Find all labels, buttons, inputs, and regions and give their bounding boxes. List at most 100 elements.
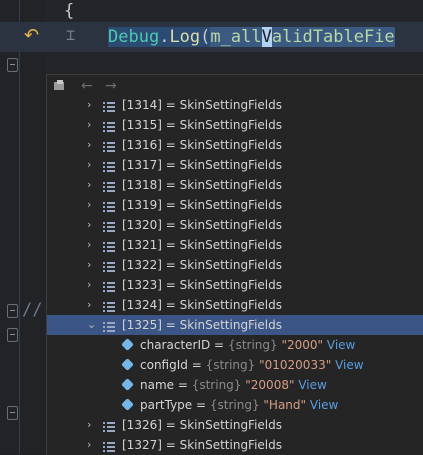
- property-value: "2000": [281, 338, 324, 352]
- code-method: Log: [169, 27, 201, 47]
- undo-icon[interactable]: ↶: [24, 25, 39, 46]
- chevron-right-icon[interactable]: ›: [87, 175, 97, 195]
- tree-row[interactable]: › [1318] = SkinSettingFields: [47, 175, 423, 195]
- tree-row-label: [1319] = SkinSettingFields: [122, 198, 283, 212]
- property-text: configId = {string} "01020033" View: [140, 355, 364, 375]
- chevron-right-icon[interactable]: ›: [87, 295, 97, 315]
- property-icon: [121, 338, 134, 351]
- forward-arrow-icon[interactable]: →: [105, 78, 117, 94]
- list-icon: [103, 139, 115, 152]
- chevron-right-icon[interactable]: ›: [87, 275, 97, 295]
- tree-row-label: [1320] = SkinSettingFields: [122, 218, 283, 232]
- tree-row-label: [1321] = SkinSettingFields: [122, 238, 283, 252]
- list-icon: [103, 119, 115, 132]
- property-type: {string}: [205, 358, 256, 372]
- debug-datatip-popup[interactable]: ← → › [1314] = SkinSettingFields › [1315] =…: [46, 74, 423, 455]
- list-icon: [103, 419, 115, 432]
- tree-row-label: [1314] = SkinSettingFields: [122, 98, 283, 112]
- tree-row-label: [1327] = SkinSettingFields: [122, 438, 283, 452]
- tree-row-label: [1324] = SkinSettingFields: [122, 298, 283, 312]
- chevron-right-icon[interactable]: ›: [87, 95, 97, 115]
- property-type: {string}: [209, 398, 260, 412]
- chevron-right-icon[interactable]: ›: [87, 115, 97, 135]
- code-text[interactable]: Debug.Log(m_allValidTableFie: [108, 27, 395, 47]
- property-value: "20008": [245, 378, 295, 392]
- code-argument-suffix[interactable]: alidTableFie: [271, 27, 395, 47]
- code-argument-caret-char[interactable]: V: [261, 27, 272, 47]
- tree-row-label: [1316] = SkinSettingFields: [122, 138, 283, 152]
- tree-row-label: [1323] = SkinSettingFields: [122, 278, 283, 292]
- fold-marker[interactable]: [7, 328, 18, 342]
- code-comment: //: [22, 300, 43, 320]
- fold-marker[interactable]: [7, 406, 18, 420]
- code-argument-prefix[interactable]: m_all: [210, 27, 262, 47]
- property-value: "Hand": [263, 398, 307, 412]
- property-text: name = {string} "20008" View: [140, 375, 327, 395]
- tree-row-label: [1325] = SkinSettingFields: [122, 318, 283, 332]
- list-icon: [103, 219, 115, 232]
- property-row[interactable]: characterID = {string} "2000" View: [47, 335, 423, 355]
- list-icon: [103, 299, 115, 312]
- view-link[interactable]: View: [298, 378, 326, 392]
- property-type: {string}: [227, 338, 278, 352]
- chevron-right-icon[interactable]: ›: [87, 435, 97, 455]
- chevron-right-icon[interactable]: ›: [87, 235, 97, 255]
- chevron-right-icon[interactable]: ›: [87, 215, 97, 235]
- text-cursor-icon: ⌶: [66, 26, 76, 44]
- tree-row[interactable]: › [1317] = SkinSettingFields: [47, 155, 423, 175]
- property-icon: [121, 378, 134, 391]
- code-open-paren: (: [200, 27, 211, 47]
- back-arrow-icon[interactable]: ←: [81, 78, 93, 94]
- tree-row[interactable]: › [1327] = SkinSettingFields: [47, 435, 423, 455]
- view-link[interactable]: View: [310, 398, 338, 412]
- property-name: configId =: [140, 358, 206, 372]
- tree-row-label: [1322] = SkinSettingFields: [122, 258, 283, 272]
- tree-row-label: [1315] = SkinSettingFields: [122, 118, 283, 132]
- property-icon: [121, 398, 134, 411]
- fold-marker[interactable]: [7, 58, 18, 72]
- current-code-line[interactable]: ↶ ⌶ Debug.Log(m_allValidTableFie: [0, 22, 423, 52]
- code-brace: {: [64, 1, 75, 21]
- tree-row[interactable]: › [1314] = SkinSettingFields: [47, 95, 423, 115]
- chevron-right-icon[interactable]: ›: [87, 415, 97, 435]
- view-link[interactable]: View: [335, 358, 363, 372]
- chevron-down-icon[interactable]: ⌄: [87, 315, 97, 335]
- chevron-right-icon[interactable]: ›: [87, 155, 97, 175]
- chevron-right-icon[interactable]: ›: [87, 135, 97, 155]
- list-icon: [103, 239, 115, 252]
- property-text: characterID = {string} "2000" View: [140, 335, 355, 355]
- tree-row[interactable]: › [1319] = SkinSettingFields: [47, 195, 423, 215]
- tree-row-label: [1326] = SkinSettingFields: [122, 418, 283, 432]
- tree-row[interactable]: › [1326] = SkinSettingFields: [47, 415, 423, 435]
- tree-row[interactable]: › [1324] = SkinSettingFields: [47, 295, 423, 315]
- property-name: partType =: [140, 398, 210, 412]
- list-icon: [103, 199, 115, 212]
- property-icon: [121, 358, 134, 371]
- tree-row[interactable]: › [1320] = SkinSettingFields: [47, 215, 423, 235]
- list-icon: [103, 319, 115, 332]
- property-text: partType = {string} "Hand" View: [140, 395, 338, 415]
- tree-row-expanded[interactable]: ⌄ [1325] = SkinSettingFields: [47, 315, 423, 335]
- property-value: "01020033": [259, 358, 332, 372]
- property-row[interactable]: name = {string} "20008" View: [47, 375, 423, 395]
- tree-row[interactable]: › [1323] = SkinSettingFields: [47, 275, 423, 295]
- gutter-indent-guide: [19, 0, 20, 454]
- code-dot: .: [159, 27, 170, 47]
- fold-marker[interactable]: [7, 304, 18, 318]
- view-link[interactable]: View: [327, 338, 355, 352]
- code-class-name: Debug: [108, 27, 160, 47]
- tree-row-label: [1317] = SkinSettingFields: [122, 158, 283, 172]
- property-row[interactable]: partType = {string} "Hand" View: [47, 395, 423, 415]
- list-icon: [103, 259, 115, 272]
- chevron-right-icon[interactable]: ›: [87, 195, 97, 215]
- editor-gutter: [0, 0, 46, 454]
- property-row[interactable]: configId = {string} "01020033" View: [47, 355, 423, 375]
- list-icon: [103, 159, 115, 172]
- tree-row[interactable]: › [1316] = SkinSettingFields: [47, 135, 423, 155]
- chevron-right-icon[interactable]: ›: [87, 255, 97, 275]
- tree-row[interactable]: › [1321] = SkinSettingFields: [47, 235, 423, 255]
- list-icon: [103, 439, 115, 452]
- tree-row[interactable]: › [1322] = SkinSettingFields: [47, 255, 423, 275]
- list-icon: [103, 279, 115, 292]
- tree-row[interactable]: › [1315] = SkinSettingFields: [47, 115, 423, 135]
